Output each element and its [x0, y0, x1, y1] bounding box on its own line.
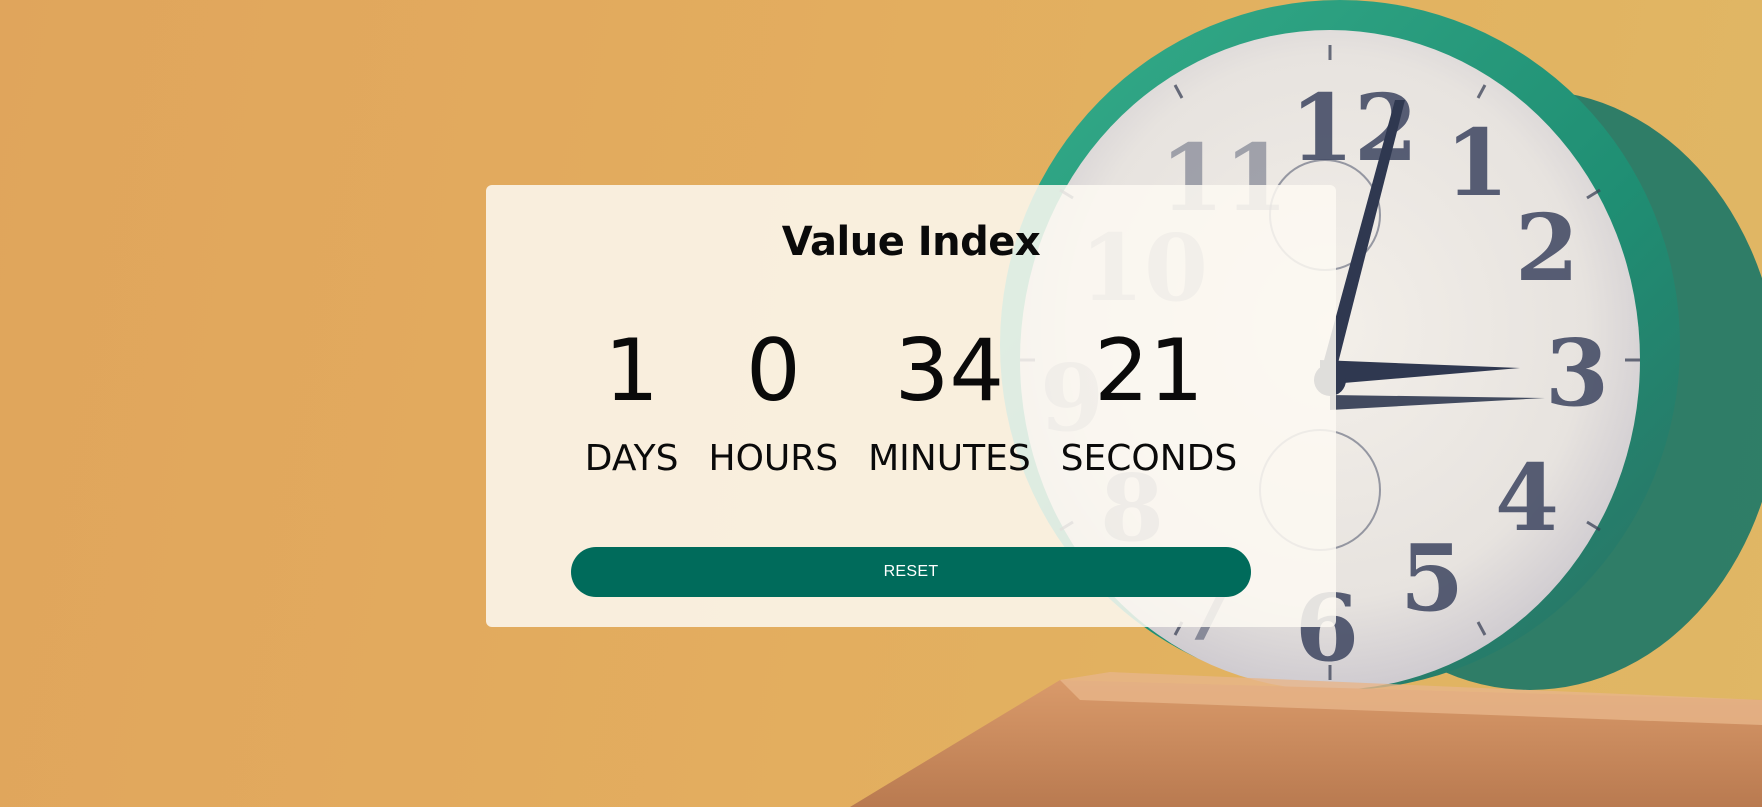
seconds-value: 21 — [1094, 321, 1204, 421]
reset-button[interactable]: RESET — [571, 547, 1251, 597]
svg-text:3: 3 — [1545, 319, 1609, 427]
countdown-card: Value Index 1 DAYS 0 HOURS 34 MINUTES 21… — [486, 185, 1336, 627]
minutes-value: 34 — [894, 321, 1005, 421]
days-value: 1 — [604, 321, 659, 421]
svg-text:12: 12 — [1290, 74, 1418, 182]
minutes-label: MINUTES — [868, 438, 1031, 479]
seconds-label: SECONDS — [1060, 438, 1238, 479]
countdown-minutes: 34 MINUTES — [868, 323, 1031, 479]
svg-text:4: 4 — [1495, 444, 1559, 552]
countdown-units: 1 DAYS 0 HOURS 34 MINUTES 21 SECONDS — [486, 323, 1336, 479]
svg-text:5: 5 — [1400, 524, 1464, 632]
svg-text:2: 2 — [1515, 194, 1579, 302]
page-title: Value Index — [781, 219, 1041, 265]
countdown-days: 1 DAYS — [585, 323, 679, 479]
countdown-hours: 0 HOURS — [709, 323, 839, 479]
days-label: DAYS — [584, 438, 679, 479]
hours-label: HOURS — [708, 438, 839, 479]
hours-value: 0 — [745, 321, 801, 421]
svg-text:1: 1 — [1445, 109, 1509, 217]
countdown-seconds: 21 SECONDS — [1061, 323, 1238, 479]
